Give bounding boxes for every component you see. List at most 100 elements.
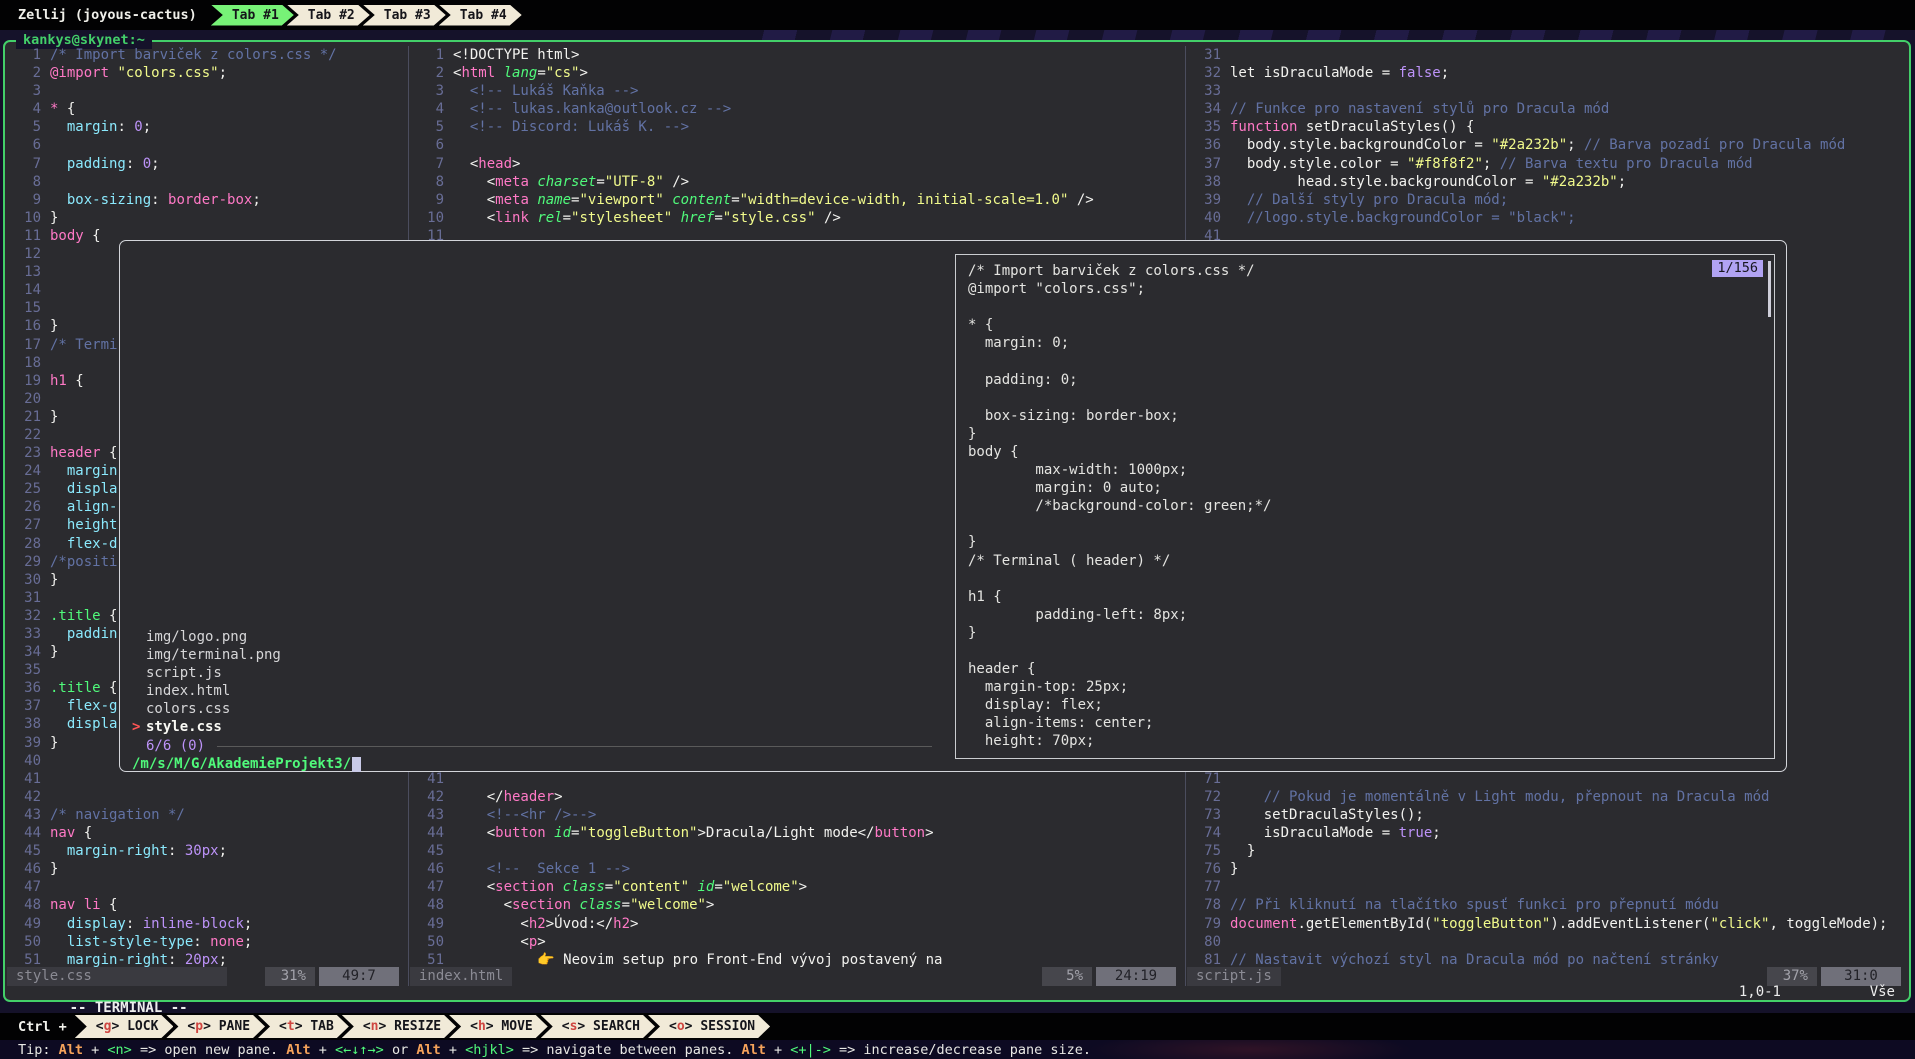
code-line: 38 head.style.backgroundColor = "#2a232b… xyxy=(1187,173,1909,191)
preview-line: display: flex; xyxy=(968,696,1774,714)
file-item[interactable]: img/logo.png xyxy=(120,628,940,646)
code-line: 2@import "colors.css"; xyxy=(7,64,407,82)
line-number: 15 xyxy=(7,299,41,317)
tab-tab-2[interactable]: Tab #2 xyxy=(287,5,370,26)
code-line: 1<!DOCTYPE html> xyxy=(410,46,1184,64)
keybinding-list: <g> LOCK<p> PANE<t> TAB<n> RESIZE<h> MOV… xyxy=(75,1015,770,1038)
file-item[interactable]: script.js xyxy=(120,664,940,682)
code-line: 50 <p> xyxy=(410,933,1184,951)
keybind-resize[interactable]: <n> RESIZE xyxy=(342,1015,456,1038)
line-number: 27 xyxy=(7,516,41,534)
preview-line: max-width: 1000px; xyxy=(968,461,1774,479)
text-cursor xyxy=(352,757,361,772)
keybind-tab[interactable]: <t> TAB xyxy=(258,1015,349,1038)
line-number: 3 xyxy=(410,82,444,100)
code-line: 2<html lang="cs"> xyxy=(410,64,1184,82)
code-line: 43/* navigation */ xyxy=(7,806,407,824)
code-line: 51 👉 Neovim setup pro Front-End vývoj po… xyxy=(410,951,1184,967)
file-name: img/terminal.png xyxy=(146,646,281,664)
preview-line: * { xyxy=(968,316,1774,334)
line-number: 34 xyxy=(7,643,41,661)
line-number: 41 xyxy=(410,770,444,788)
code-line: 37 body.style.color = "#f8f8f2"; // Barv… xyxy=(1187,155,1909,173)
preview-line xyxy=(968,642,1774,660)
terminal-pane[interactable]: kankys@skynet:~ 1/* Import barviček z co… xyxy=(3,40,1911,1002)
code-line: 9 box-sizing: border-box; xyxy=(7,191,407,209)
line-number: 39 xyxy=(1187,191,1221,209)
line-number: 79 xyxy=(1187,915,1221,933)
tab-tab-4[interactable]: Tab #4 xyxy=(439,5,522,26)
code-line: 33 xyxy=(1187,82,1909,100)
keybind-search[interactable]: <s> SEARCH xyxy=(541,1015,655,1038)
line-number: 42 xyxy=(7,788,41,806)
line-number: 74 xyxy=(1187,824,1221,842)
preview-pane: /* Import barviček z colors.css */@impor… xyxy=(955,254,1775,759)
line-number: 43 xyxy=(410,806,444,824)
line-number: 29 xyxy=(7,553,41,571)
tab-bar: Zellij (joyous-cactus) Tab #1Tab #2Tab #… xyxy=(0,0,1915,30)
code-line: 71 xyxy=(1187,770,1909,788)
tab-tab-1[interactable]: Tab #1 xyxy=(211,5,294,26)
path-prompt[interactable]: /m/s/M/G/AkademieProjekt3/ xyxy=(132,756,351,772)
line-number: 6 xyxy=(410,136,444,154)
line-number: 26 xyxy=(7,498,41,516)
line-number: 50 xyxy=(410,933,444,951)
tab-tab-3[interactable]: Tab #3 xyxy=(363,5,446,26)
selection-pointer-icon xyxy=(132,664,146,682)
file-name: colors.css xyxy=(146,700,230,718)
code-line: 42 </header> xyxy=(410,788,1184,806)
keybind-pane[interactable]: <p> PANE xyxy=(166,1015,265,1038)
line-number: 32 xyxy=(1187,64,1221,82)
code-line: 75 } xyxy=(1187,842,1909,860)
preview-line: height: 70px; xyxy=(968,732,1774,750)
code-line: 32let isDraculaMode = false; xyxy=(1187,64,1909,82)
code-line: 78// Při kliknutí na tlačítko spusť funk… xyxy=(1187,896,1909,914)
line-number: 7 xyxy=(7,155,41,173)
match-counter: 6/6 (0) xyxy=(146,738,205,754)
floating-file-picker[interactable]: img/logo.pngimg/terminal.pngscript.jsind… xyxy=(119,240,1787,772)
line-number: 45 xyxy=(410,842,444,860)
line-number: 36 xyxy=(1187,136,1221,154)
line-number: 12 xyxy=(7,245,41,263)
file-item[interactable]: >style.css xyxy=(120,718,940,736)
line-number: 24 xyxy=(7,462,41,480)
line-number: 76 xyxy=(1187,860,1221,878)
code-line: 73 setDraculaStyles(); xyxy=(1187,806,1909,824)
keybind-session[interactable]: <o> SESSION xyxy=(648,1015,770,1038)
line-number: 4 xyxy=(410,100,444,118)
keybind-lock[interactable]: <g> LOCK xyxy=(75,1015,174,1038)
preview-line: margin: 0 auto; xyxy=(968,479,1774,497)
line-number: 10 xyxy=(410,209,444,227)
keybind-move[interactable]: <h> MOVE xyxy=(449,1015,548,1038)
code-line: 9 <meta name="viewport" content="width=d… xyxy=(410,191,1184,209)
vim-command-line: -- TERMINAL -- 1,0-1 Vše xyxy=(19,984,1899,1001)
line-number: 77 xyxy=(1187,878,1221,896)
line-number: 46 xyxy=(410,860,444,878)
line-number: 2 xyxy=(410,64,444,82)
code-line: 44 <button id="toggleButton">Dracula/Lig… xyxy=(410,824,1184,842)
line-number: 7 xyxy=(410,155,444,173)
code-line: 81// Nastavit výchozí styl na Dracula mó… xyxy=(1187,951,1909,967)
file-item[interactable]: img/terminal.png xyxy=(120,646,940,664)
file-item[interactable]: colors.css xyxy=(120,700,940,718)
line-number: 11 xyxy=(7,227,41,245)
code-line: 41 xyxy=(410,770,1184,788)
preview-line: @import "colors.css"; xyxy=(968,280,1774,298)
line-number: 3 xyxy=(7,82,41,100)
prompt-row[interactable]: /m/s/M/G/AkademieProjekt3/ xyxy=(132,755,361,773)
preview-line: h1 { xyxy=(968,588,1774,606)
preview-scrollbar[interactable] xyxy=(1768,261,1771,317)
line-number: 31 xyxy=(7,589,41,607)
file-name: script.js xyxy=(146,664,222,682)
code-line: 42 xyxy=(7,788,407,806)
line-number: 38 xyxy=(7,715,41,733)
preview-line: } xyxy=(968,624,1774,642)
code-line: 4* { xyxy=(7,100,407,118)
file-item[interactable]: index.html xyxy=(120,682,940,700)
line-number: 40 xyxy=(7,752,41,770)
line-number: 2 xyxy=(7,64,41,82)
code-line: 4 <!-- lukas.kanka@outlook.cz --> xyxy=(410,100,1184,118)
code-line: 10 <link rel="stylesheet" href="style.cs… xyxy=(410,209,1184,227)
line-number: 5 xyxy=(410,118,444,136)
line-number: 31 xyxy=(1187,46,1221,64)
